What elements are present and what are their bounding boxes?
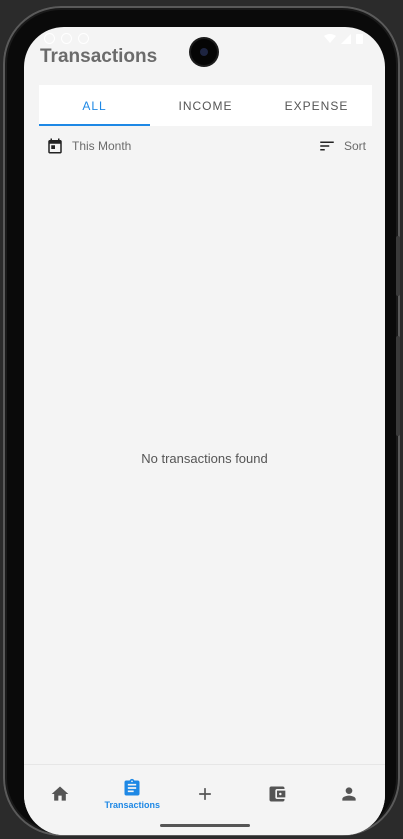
status-icons-right [324,33,363,44]
nav-profile[interactable] [313,765,385,835]
nav-home[interactable] [24,765,96,835]
home-icon [51,786,69,801]
period-filter-label: This Month [72,139,132,153]
volume-button [396,236,400,296]
clipboard-icon [124,778,140,796]
phone-frame: Transactions ALL INCOME EXPENSE This Mon… [3,6,400,836]
notification-icon [44,33,55,44]
tab-all[interactable]: ALL [39,85,150,126]
nav-wallet[interactable] [241,765,313,835]
period-filter-button[interactable]: This Month [46,137,131,155]
plus-icon [198,788,211,800]
empty-state-message: No transactions found [141,451,268,466]
app-screen: Transactions ALL INCOME EXPENSE This Mon… [24,27,385,835]
calendar-icon [48,138,62,154]
power-button [396,336,400,436]
filter-row: This Month Sort [46,137,366,159]
tab-expense[interactable]: EXPENSE [261,85,372,126]
person-icon [342,787,356,801]
status-icons-left [44,33,89,44]
tab-income[interactable]: INCOME [150,85,261,126]
wifi-icon [324,33,336,43]
sort-button[interactable]: Sort [318,137,366,155]
front-camera [191,39,217,65]
signal-icon [341,33,351,44]
nav-transactions[interactable]: Transactions [96,765,168,835]
sort-icon [320,141,334,151]
home-indicator [160,824,250,827]
transaction-type-tabs: ALL INCOME EXPENSE [39,85,372,126]
page-title: Transactions [40,46,158,67]
wallet-icon [269,786,286,802]
nav-transactions-label: Transactions [104,800,161,810]
battery-icon [356,34,363,44]
notification-icon [78,33,89,44]
notification-icon [61,33,72,44]
sort-label: Sort [343,139,366,153]
